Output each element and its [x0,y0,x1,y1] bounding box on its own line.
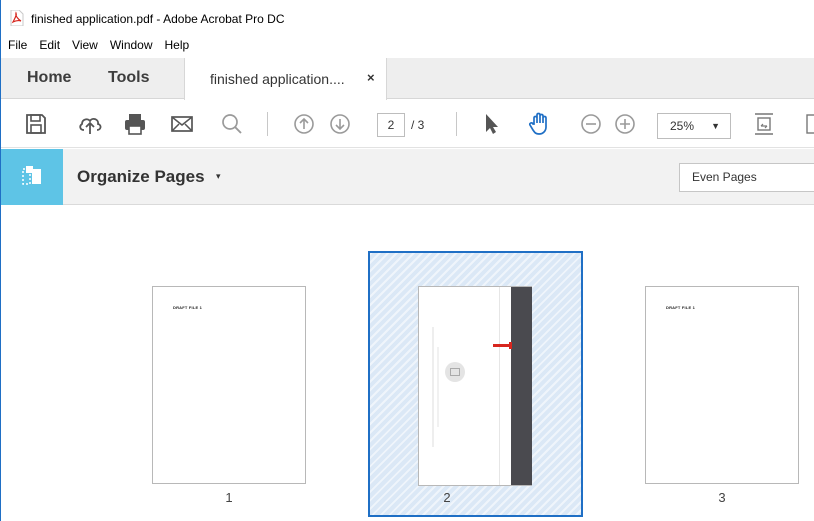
menu-view[interactable]: View [72,38,98,52]
placeholder-image-icon [450,368,460,376]
toolbar-divider [456,112,457,136]
save-icon[interactable] [23,111,49,137]
page-range-select[interactable]: Even Pages [679,163,814,192]
tab-bar: Home Tools finished application.... × [1,58,814,100]
hand-tool-icon[interactable] [527,111,553,137]
current-page-input[interactable]: 2 [377,113,405,137]
organize-pages-bar: Organize Pages ▾ Even Pages [1,149,814,205]
more-tools-icon[interactable] [803,111,814,137]
acrobat-window: finished application.pdf - Adobe Acrobat… [0,0,814,521]
caret-down-icon[interactable]: ▾ [216,171,221,182]
tab-document-label: finished application.... [210,71,345,87]
organize-pages-icon[interactable] [1,149,63,205]
window-title: finished application.pdf - Adobe Acrobat… [31,12,285,26]
menu-help[interactable]: Help [165,38,190,52]
page-header-text: DRAFT FILE 1 [666,305,696,310]
fit-page-icon[interactable] [751,111,777,137]
main-toolbar: 2 / 3 25% ▼ [1,100,814,148]
menu-bar: File Edit View Window Help [1,34,814,56]
pdf-file-icon [10,9,24,27]
faint-text-line [437,347,439,427]
page-total: / 3 [411,118,425,132]
page-thumbnail-1[interactable]: DRAFT FILE 1 [152,286,306,484]
tab-document[interactable]: finished application.... × [184,58,387,100]
zoom-in-icon[interactable] [612,111,638,137]
page-thumbnail-3[interactable]: DRAFT FILE 1 [645,286,799,484]
email-icon[interactable] [169,111,195,137]
zoom-value: 25% [670,119,695,133]
select-arrow-icon[interactable] [479,111,505,137]
print-icon[interactable] [122,111,148,137]
page-range-value: Even Pages [692,170,757,184]
next-page-icon[interactable] [327,111,353,137]
page-thumbnails-area: DRAFT FILE 1 1 2 DRAFT FILE 1 3 [1,206,814,521]
previous-page-icon[interactable] [291,111,317,137]
toolbar-divider [267,112,268,136]
menu-edit[interactable]: Edit [39,38,60,52]
close-tab-icon[interactable]: × [367,70,375,85]
menu-file[interactable]: File [8,38,27,52]
search-icon[interactable] [219,111,245,137]
tab-home[interactable]: Home [27,69,71,87]
faint-text-line [432,327,434,447]
page-thumbnail-2[interactable] [418,286,532,486]
zoom-dropdown[interactable]: 25% ▼ [657,113,731,139]
menu-window[interactable]: Window [110,38,153,52]
page-number-label: 2 [443,490,451,505]
screenshot-panel [499,287,511,485]
tab-tools[interactable]: Tools [108,69,149,87]
zoom-out-icon[interactable] [578,111,604,137]
red-arrow-head [509,342,512,349]
screenshot-sidebar [511,287,532,485]
cloud-upload-icon[interactable] [77,111,103,137]
organize-pages-title[interactable]: Organize Pages [77,167,205,187]
page-number-label: 1 [225,490,233,505]
page-header-text: DRAFT FILE 1 [173,305,203,310]
chevron-down-icon: ▼ [711,121,720,131]
title-bar: finished application.pdf - Adobe Acrobat… [1,0,814,34]
page-number-label: 3 [718,490,726,505]
